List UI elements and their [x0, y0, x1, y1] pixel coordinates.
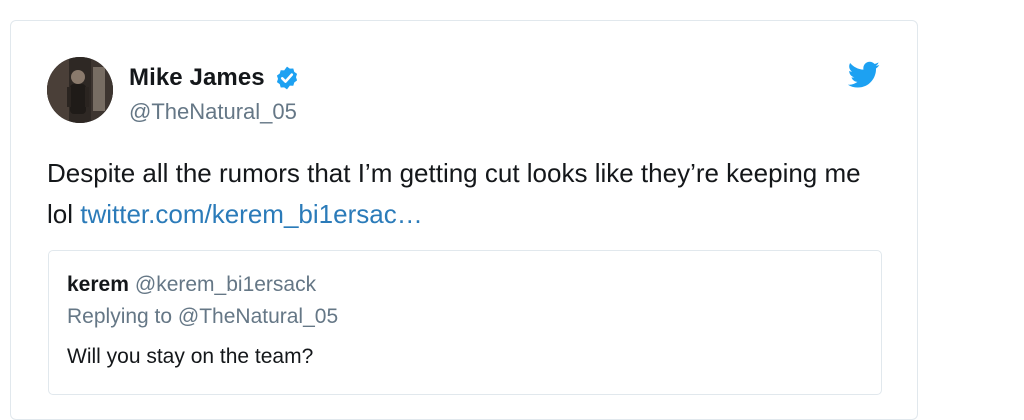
tweet-body: Despite all the rumors that I’m getting …: [47, 153, 867, 235]
quoted-author-handle: @kerem_bi1ersack: [134, 273, 317, 296]
author-display-name[interactable]: Mike James: [129, 64, 265, 92]
verified-badge-icon: [276, 66, 297, 90]
quoted-replying-to: Replying to @TheNatural_05: [67, 305, 339, 328]
quoted-author-name: kerem: [67, 273, 129, 296]
twitter-bird-icon[interactable]: [848, 61, 880, 89]
quoted-author-row: kerem @kerem_bi1ersack: [67, 273, 316, 297]
author-name-row[interactable]: Mike James: [129, 63, 300, 93]
quoted-tweet[interactable]: kerem @kerem_bi1ersack Replying to @TheNa…: [48, 250, 882, 395]
embedded-tweet-card[interactable]: Mike James @TheNatural_05 Despite all th…: [10, 20, 918, 420]
author-handle[interactable]: @TheNatural_05: [129, 99, 297, 125]
user-avatar-image: [47, 57, 113, 123]
quoted-text: Will you stay on the team?: [67, 345, 314, 368]
tweet-link[interactable]: twitter.com/kerem_bi1ersac…: [80, 199, 422, 229]
author-avatar[interactable]: [47, 57, 113, 123]
